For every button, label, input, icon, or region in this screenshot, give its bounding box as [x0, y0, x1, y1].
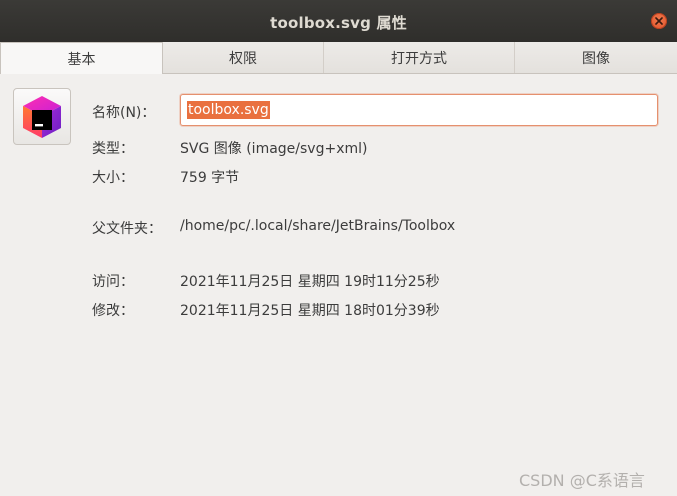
modified-label: 修改：	[92, 303, 134, 319]
parent-folder-value: /home/pc/.local/share/JetBrains/Toolbox	[180, 218, 456, 234]
tab-open-with[interactable]: 打开方式	[324, 42, 515, 73]
accessed-value: 2021年11月25日 星期四 19时11分25秒	[180, 274, 440, 290]
tab-bar: 基本 权限 打开方式 图像	[0, 42, 677, 74]
close-icon	[655, 17, 663, 25]
title-bar: toolbox.svg 属性	[0, 0, 677, 42]
modified-value: 2021年11月25日 星期四 18时01分39秒	[180, 303, 440, 319]
tab-basic[interactable]: 基本	[0, 42, 163, 74]
watermark: CSDN @C系语言	[519, 471, 645, 490]
size-label: 大小：	[92, 170, 134, 186]
name-input[interactable]: toolbox.svg	[180, 94, 658, 126]
name-label: 名称(N)：	[92, 105, 156, 121]
accessed-label: 访问：	[92, 274, 134, 290]
tab-image[interactable]: 图像	[515, 42, 677, 73]
file-icon-button[interactable]	[13, 88, 71, 145]
type-value: SVG 图像 (image/svg+xml)	[180, 141, 368, 157]
jetbrains-toolbox-icon	[23, 95, 61, 138]
size-value: 759 字节	[180, 170, 240, 186]
tab-permissions[interactable]: 权限	[163, 42, 324, 73]
parent-folder-label: 父文件夹：	[92, 221, 162, 237]
type-label: 类型：	[92, 141, 134, 157]
window-title: toolbox.svg 属性	[270, 14, 407, 32]
name-input-value: toolbox.svg	[187, 101, 270, 119]
close-button[interactable]	[651, 13, 667, 29]
